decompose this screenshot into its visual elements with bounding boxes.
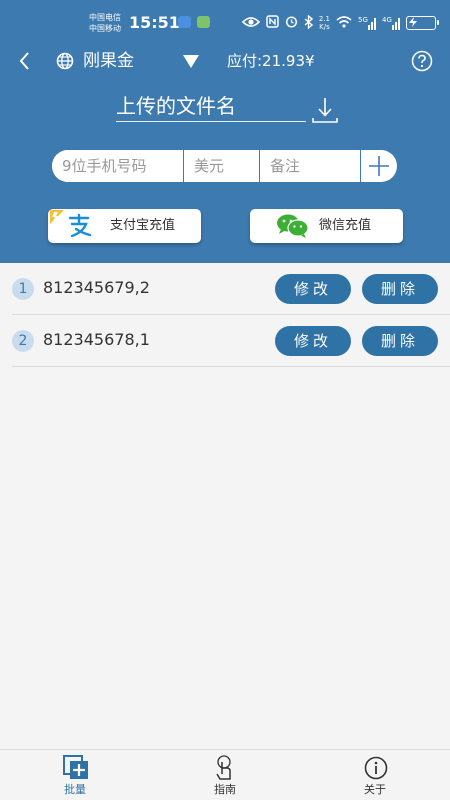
add-entry-form bbox=[52, 150, 397, 182]
item-entry-text: 812345678,1 bbox=[43, 330, 150, 349]
wechat-recharge-button[interactable]: 微信充值 bbox=[250, 209, 403, 243]
nav-guide-label: 指南 bbox=[214, 783, 236, 796]
item-entry-text: 812345679,2 bbox=[43, 278, 150, 297]
list-item: 2 812345678,1 修改 删除 bbox=[12, 315, 450, 367]
guide-hand-icon bbox=[216, 755, 231, 780]
delete-button[interactable]: 删除 bbox=[362, 274, 438, 304]
batch-add-icon bbox=[63, 755, 88, 779]
alipay-icon bbox=[50, 210, 92, 238]
info-icon bbox=[364, 756, 388, 780]
globe-icon bbox=[56, 52, 74, 70]
status-bar: 中国电信 中国移动 15:51 2.1 K/s 5G 4G bbox=[0, 0, 450, 44]
uploaded-file-name[interactable]: 上传的文件名 bbox=[116, 92, 306, 122]
item-index-badge: 2 bbox=[12, 330, 34, 352]
nfc-icon bbox=[266, 15, 279, 31]
alarm-icon bbox=[285, 15, 298, 31]
wechat-icon bbox=[277, 214, 309, 238]
amount-usd-input[interactable] bbox=[184, 150, 260, 182]
wifi-icon bbox=[336, 15, 352, 31]
alipay-recharge-label: 支付宝充值 bbox=[110, 218, 176, 233]
eye-icon bbox=[241, 16, 260, 31]
nav-batch-label: 批量 bbox=[64, 783, 86, 796]
bluetooth-icon bbox=[304, 13, 313, 32]
status-time: 15:51 bbox=[129, 13, 180, 32]
entry-list: 1 812345679,2 修改 删除 2 812345678,1 修改 删除 bbox=[12, 263, 450, 367]
back-icon[interactable] bbox=[16, 50, 34, 72]
bottom-nav: 批量 指南 关于 bbox=[0, 749, 450, 800]
add-entry-button[interactable] bbox=[361, 150, 397, 182]
item-index-badge: 1 bbox=[12, 278, 34, 300]
delete-button[interactable]: 删除 bbox=[362, 326, 438, 356]
alipay-recharge-button[interactable]: 支付宝充值 bbox=[48, 209, 201, 243]
title-bar: 刚果金 应付:21.93¥ bbox=[0, 44, 450, 78]
carrier-2: 中国移动 bbox=[89, 24, 121, 33]
carrier-1: 中国电信 bbox=[89, 13, 121, 22]
signal-5g-icon: 5G bbox=[358, 16, 376, 30]
nav-about[interactable]: 关于 bbox=[345, 755, 405, 799]
edit-button[interactable]: 修改 bbox=[275, 274, 351, 304]
edit-button[interactable]: 修改 bbox=[275, 326, 351, 356]
phone-number-input[interactable] bbox=[52, 150, 184, 182]
nav-about-label: 关于 bbox=[364, 783, 386, 796]
nav-batch[interactable]: 批量 bbox=[45, 755, 105, 799]
wechat-recharge-label: 微信充值 bbox=[319, 218, 372, 233]
signal-4g-icon: 4G bbox=[382, 16, 400, 30]
carrier-info: 中国电信 中国移动 bbox=[89, 12, 121, 34]
net-speed: 2.1 K/s bbox=[318, 15, 330, 31]
nav-guide[interactable]: 指南 bbox=[195, 755, 255, 799]
plus-icon bbox=[369, 156, 389, 176]
note-input[interactable] bbox=[260, 150, 361, 182]
help-icon[interactable] bbox=[411, 50, 433, 72]
list-item: 1 812345679,2 修改 删除 bbox=[12, 263, 450, 315]
dropdown-triangle-icon[interactable] bbox=[183, 55, 199, 68]
app-notification-icon bbox=[178, 16, 191, 28]
android-notification-icon bbox=[197, 16, 210, 28]
header: 中国电信 中国移动 15:51 2.1 K/s 5G 4G 刚果金 应付:21.… bbox=[0, 0, 450, 263]
download-icon[interactable] bbox=[310, 96, 340, 124]
battery-charging-icon bbox=[406, 16, 439, 30]
payable-amount: 应付:21.93¥ bbox=[227, 52, 315, 70]
status-icons: 2.1 K/s 5G 4G bbox=[241, 13, 439, 32]
account-name[interactable]: 刚果金 bbox=[83, 49, 134, 73]
